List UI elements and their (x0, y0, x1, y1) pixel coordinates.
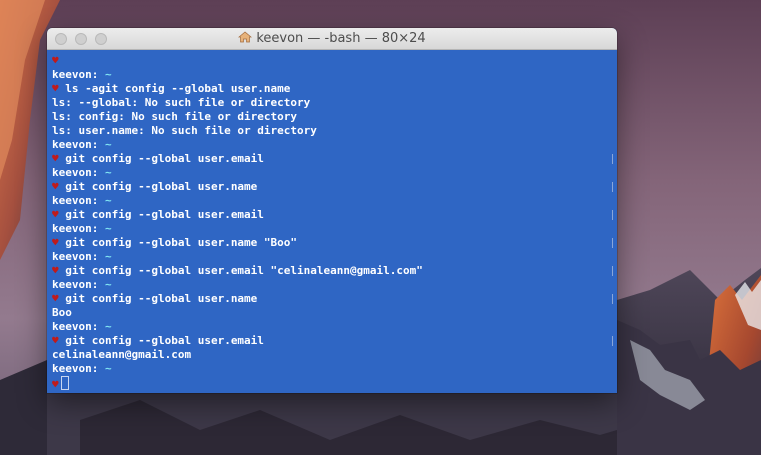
terminal-window[interactable]: keevon — -bash — 80×24 ♥ keevon: ~ ♥ ls -a… (47, 28, 617, 393)
terminal-line: Boo (52, 306, 617, 320)
terminal-line: ls: user.name: No such file or directory (52, 124, 617, 138)
prompt-user: keevon: (52, 362, 99, 375)
terminal-line: keevon: ~ (52, 250, 617, 264)
prompt-user: keevon: (52, 250, 99, 263)
terminal-line: ♥ git config --global user.email (52, 208, 617, 222)
command-mark-indicator (612, 238, 617, 248)
output-text: ls: config: No such file or directory (52, 110, 298, 123)
command-text: git config --global user.email (65, 334, 264, 347)
prompt-user: keevon: (52, 194, 99, 207)
prompt-heart-icon: ♥ (52, 152, 59, 165)
prompt-user: keevon: (52, 166, 99, 179)
terminal-line: ls: --global: No such file or directory (52, 96, 617, 110)
terminal-line: keevon: ~ (52, 222, 617, 236)
command-mark-indicator (612, 182, 617, 192)
window-title: keevon — -bash — 80×24 (256, 31, 426, 46)
terminal-line: ♥ (52, 54, 617, 68)
prompt-path: ~ (104, 278, 112, 291)
command-text: git config --global user.name (65, 292, 258, 305)
prompt-heart-icon: ♥ (52, 54, 59, 67)
command-text: git config --global user.email (65, 208, 264, 221)
prompt-path: ~ (104, 320, 112, 333)
output-text: Boo (52, 306, 72, 319)
prompt-heart-icon: ♥ (52, 378, 59, 391)
prompt-heart-icon: ♥ (52, 292, 59, 305)
command-text: git config --global user.name "Boo" (65, 236, 298, 249)
terminal-line: ♥ (52, 376, 617, 391)
terminal-line: ♥ git config --global user.email (52, 334, 617, 348)
title-bar[interactable]: keevon — -bash — 80×24 (47, 28, 617, 50)
command-mark-indicator (612, 266, 617, 276)
prompt-path: ~ (104, 362, 112, 375)
terminal-line: ♥ git config --global user.email (52, 152, 617, 166)
prompt-heart-icon: ♥ (52, 180, 59, 193)
output-text: ls: --global: No such file or directory (52, 96, 311, 109)
terminal-line: keevon: ~ (52, 138, 617, 152)
prompt-heart-icon: ♥ (52, 82, 59, 95)
prompt-heart-icon: ♥ (52, 264, 59, 277)
prompt-path: ~ (104, 250, 112, 263)
prompt-path: ~ (104, 166, 112, 179)
command-text: git config --global user.name (65, 180, 258, 193)
desktop-background: keevon — -bash — 80×24 ♥ keevon: ~ ♥ ls -a… (0, 0, 761, 455)
command-text: ls -agit config --global user.name (65, 82, 291, 95)
terminal-line: ♥ git config --global user.name (52, 180, 617, 194)
prompt-user: keevon: (52, 222, 99, 235)
command-mark-indicator (612, 210, 617, 220)
command-text: git config --global user.email "celinale… (65, 264, 423, 277)
terminal-line: ♥ git config --global user.name "Boo" (52, 236, 617, 250)
terminal-line: keevon: ~ (52, 278, 617, 292)
prompt-user: keevon: (52, 68, 99, 81)
terminal-line: keevon: ~ (52, 68, 617, 82)
prompt-path: ~ (104, 222, 112, 235)
prompt-user: keevon: (52, 138, 99, 151)
prompt-heart-icon: ♥ (52, 334, 59, 347)
prompt-path: ~ (104, 194, 112, 207)
terminal-line: keevon: ~ (52, 320, 617, 334)
command-mark-indicator (612, 154, 617, 164)
terminal-line: ♥ ls -agit config --global user.name (52, 82, 617, 96)
terminal-line: ♥ git config --global user.email "celina… (52, 264, 617, 278)
prompt-heart-icon: ♥ (52, 236, 59, 249)
prompt-user: keevon: (52, 278, 99, 291)
terminal-line: keevon: ~ (52, 166, 617, 180)
prompt-path: ~ (104, 138, 112, 151)
prompt-path: ~ (104, 68, 112, 81)
command-mark-indicator (612, 294, 617, 304)
terminal-line: keevon: ~ (52, 362, 617, 376)
terminal-line: celinaleann@gmail.com (52, 348, 617, 362)
terminal-line: ls: config: No such file or directory (52, 110, 617, 124)
terminal-line: keevon: ~ (52, 194, 617, 208)
window-title-container: keevon — -bash — 80×24 (47, 28, 617, 50)
output-text: celinaleann@gmail.com (52, 348, 192, 361)
command-mark-indicator (612, 336, 617, 346)
prompt-heart-icon: ♥ (52, 208, 59, 221)
command-text: git config --global user.email (65, 152, 264, 165)
terminal-line: ♥ git config --global user.name (52, 292, 617, 306)
text-cursor (60, 376, 69, 390)
home-icon (238, 31, 253, 43)
output-text: ls: user.name: No such file or directory (52, 124, 317, 137)
prompt-user: keevon: (52, 320, 99, 333)
terminal-content[interactable]: ♥ keevon: ~ ♥ ls -agit config --global use… (47, 50, 617, 393)
